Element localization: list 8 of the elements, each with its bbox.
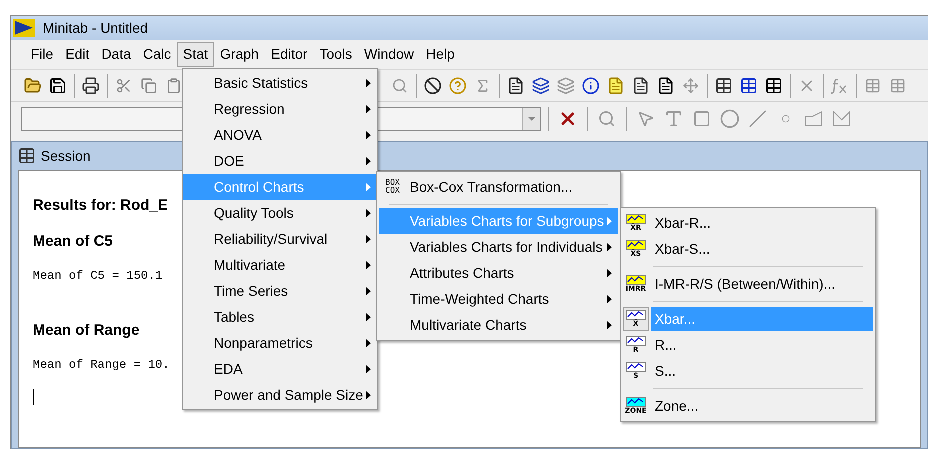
result-heading: Mean of Range <box>33 321 140 341</box>
box-cox-icon: BOX COX <box>386 179 404 195</box>
result-text: Mean of C5 = 150.1 <box>33 268 163 285</box>
window-title: Minitab - Untitled <box>43 18 148 38</box>
session-title: Session <box>41 146 91 166</box>
result-heading: Mean of C5 <box>33 232 114 252</box>
result-heading: Results for: Rod_E <box>33 196 168 216</box>
result-text: Mean of Range = 10. <box>33 357 170 374</box>
